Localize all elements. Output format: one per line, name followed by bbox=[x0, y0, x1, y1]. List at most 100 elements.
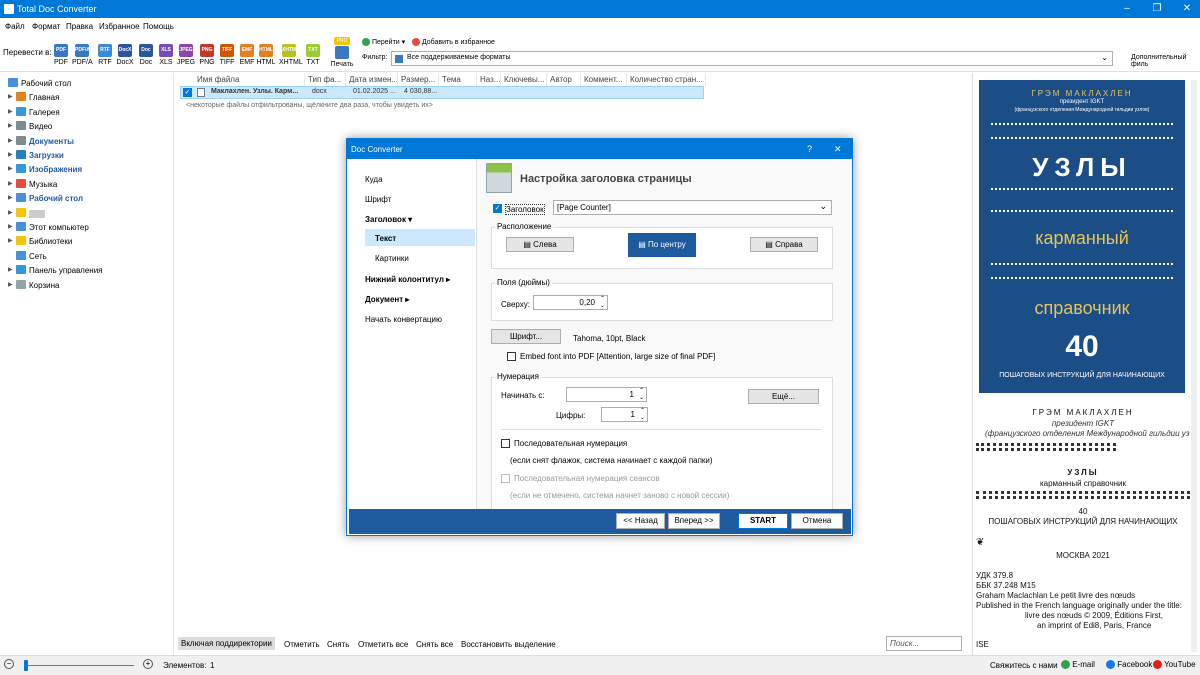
format-button-rtf[interactable]: RTF RTF bbox=[95, 44, 115, 70]
nav-font[interactable]: Шрифт bbox=[365, 195, 391, 204]
sequential-checkbox[interactable] bbox=[501, 439, 510, 448]
table-row[interactable]: ✓ Маклахлен. Узлы. Карм... docx 01.02.20… bbox=[180, 86, 704, 99]
expand-arrow-icon[interactable]: ▶ bbox=[8, 237, 13, 244]
column-header[interactable]: Наз... bbox=[477, 73, 501, 86]
row-checkbox[interactable]: ✓ bbox=[183, 88, 192, 97]
minimize-button[interactable]: – bbox=[1110, 0, 1144, 18]
tree-item[interactable]: ▶ Корзина bbox=[0, 279, 174, 293]
format-button-xhtml[interactable]: XHTML XHTML bbox=[279, 44, 303, 70]
preview-scrollbar[interactable] bbox=[1191, 80, 1197, 652]
nav-document[interactable]: Документ ▸ bbox=[365, 295, 409, 304]
dialog-help-button[interactable]: ? bbox=[807, 144, 812, 154]
tree-item[interactable]: ▶ Библиотеки bbox=[0, 235, 174, 249]
align-left-button[interactable]: ▤ Слева bbox=[506, 237, 574, 252]
back-button[interactable]: << Назад bbox=[616, 513, 665, 529]
expand-arrow-icon[interactable]: ▶ bbox=[8, 108, 13, 115]
expand-arrow-icon[interactable]: ▶ bbox=[8, 194, 13, 201]
print-button[interactable]: PRO Печать bbox=[328, 37, 356, 71]
expand-arrow-icon[interactable]: ▶ bbox=[8, 137, 13, 144]
expand-arrow-icon[interactable]: ▶ bbox=[8, 122, 13, 129]
menu-favorites[interactable]: Избранное bbox=[99, 22, 140, 31]
font-button[interactable]: Шрифт... bbox=[491, 329, 561, 344]
expand-arrow-icon[interactable]: ▶ bbox=[8, 266, 13, 273]
menu-help[interactable]: Помощь bbox=[143, 22, 174, 31]
expand-arrow-icon[interactable]: ▶ bbox=[8, 93, 13, 100]
column-header[interactable]: Количество стран... bbox=[627, 73, 706, 86]
format-button-doc[interactable]: Doc Doc bbox=[136, 44, 156, 70]
column-header[interactable]: Тема bbox=[439, 73, 477, 86]
expand-arrow-icon[interactable]: ▶ bbox=[8, 180, 13, 187]
tree-item[interactable]: Сеть bbox=[0, 250, 174, 264]
add-favorite-button[interactable]: Добавить в избранное bbox=[412, 38, 495, 46]
restore-selection-button[interactable]: Восстановить выделение bbox=[461, 640, 556, 649]
format-button-pdf[interactable]: PDF PDF bbox=[51, 44, 71, 70]
expand-arrow-icon[interactable]: ▶ bbox=[8, 151, 13, 158]
format-button-emf[interactable]: EMF EMF bbox=[237, 44, 257, 70]
tree-item[interactable]: ▶ Музыка bbox=[0, 178, 174, 192]
format-button-xls[interactable]: XLS XLS bbox=[156, 44, 176, 70]
nav-text[interactable]: Текст bbox=[375, 234, 396, 243]
zoom-slider[interactable] bbox=[24, 665, 134, 666]
more-button[interactable]: Ещё... bbox=[748, 389, 819, 404]
mark-button[interactable]: Отметить bbox=[284, 640, 320, 649]
nav-header[interactable]: Заголовок ▾ bbox=[365, 215, 412, 224]
nav-images[interactable]: Картинки bbox=[375, 254, 409, 263]
tree-item[interactable]: ▶ Загрузки bbox=[0, 149, 174, 163]
header-value-select[interactable]: [Page Counter] ⌄ bbox=[553, 200, 832, 215]
tree-item[interactable]: ▶ Изображения bbox=[0, 163, 174, 177]
nav-destination[interactable]: Куда bbox=[365, 175, 383, 184]
tree-item[interactable]: ▶ Рабочий стол bbox=[0, 192, 174, 206]
header-checkbox[interactable]: ✓ bbox=[493, 204, 502, 213]
column-header[interactable]: Автор bbox=[547, 73, 581, 86]
column-header[interactable]: Тип фа... bbox=[305, 73, 346, 86]
format-button-png[interactable]: PNG PNG bbox=[197, 44, 217, 70]
dialog-close-button[interactable]: ✕ bbox=[834, 144, 842, 155]
embed-font-checkbox[interactable] bbox=[507, 352, 516, 361]
expand-arrow-icon[interactable]: ▶ bbox=[8, 281, 13, 288]
tree-item[interactable]: ▶ Документы bbox=[0, 135, 174, 149]
tree-item[interactable]: ▶ Главная bbox=[0, 91, 174, 105]
filter-select[interactable]: Все поддерживаемые форматы ⌄ bbox=[391, 51, 1113, 66]
format-button-tiff[interactable]: TIFF TIFF bbox=[217, 44, 237, 70]
unmark-all-button[interactable]: Снять все bbox=[416, 640, 453, 649]
format-button-pdf-a[interactable]: PDF/A PDF/A bbox=[72, 44, 93, 70]
tree-item[interactable]: ▶ Галерея bbox=[0, 106, 174, 120]
next-button[interactable]: Вперед >> bbox=[668, 513, 720, 529]
close-button[interactable]: ✕ bbox=[1170, 0, 1200, 18]
nav-start-conversion[interactable]: Начать конвертацию bbox=[365, 315, 442, 324]
search-input[interactable]: Поиск... bbox=[886, 636, 962, 651]
menu-edit[interactable]: Правка bbox=[66, 22, 93, 31]
tree-item[interactable]: ▶ Панель управления bbox=[0, 264, 174, 278]
maximize-button[interactable]: ❐ bbox=[1140, 0, 1174, 18]
digits-stepper[interactable]: 1 bbox=[601, 407, 648, 422]
tree-item[interactable]: ▶ Этот компьютер bbox=[0, 221, 174, 235]
goto-button[interactable]: Перейти ▾ bbox=[362, 38, 405, 47]
expand-arrow-icon[interactable]: ▶ bbox=[8, 223, 13, 230]
filtered-note[interactable]: <некоторые файлы отфильтрованы, щёлкните… bbox=[186, 102, 433, 109]
zoom-slider-thumb[interactable] bbox=[24, 660, 28, 671]
column-header[interactable]: Ключевы... bbox=[501, 73, 547, 86]
start-number-stepper[interactable]: 1 bbox=[566, 387, 647, 402]
zoom-out-icon[interactable]: − bbox=[4, 659, 14, 669]
nav-footer[interactable]: Нижний колонтитул ▸ bbox=[365, 275, 450, 284]
include-subdirs-button[interactable]: Включая поддиректории bbox=[178, 637, 275, 650]
menu-file[interactable]: Файл bbox=[5, 22, 25, 31]
column-header[interactable]: Имя файла bbox=[194, 73, 305, 86]
format-button-jpeg[interactable]: JPEG JPEG bbox=[176, 44, 196, 70]
align-right-button[interactable]: ▤ Справа bbox=[750, 237, 818, 252]
tree-item[interactable]: ▶ bbox=[0, 207, 174, 221]
column-header[interactable]: Размер... bbox=[398, 73, 439, 86]
expand-arrow-icon[interactable]: ▶ bbox=[8, 209, 13, 216]
align-center-button[interactable]: ▤ По центру bbox=[628, 233, 696, 257]
top-margin-stepper[interactable]: 0,20 bbox=[533, 295, 608, 310]
tree-item[interactable]: Рабочий стол bbox=[0, 77, 166, 91]
format-button-txt[interactable]: TXT TXT bbox=[303, 44, 323, 70]
column-header[interactable]: Коммент... bbox=[581, 73, 627, 86]
menu-format[interactable]: Формат bbox=[32, 22, 60, 31]
youtube-link[interactable]: YouTube bbox=[1153, 660, 1196, 670]
facebook-link[interactable]: Facebook bbox=[1106, 660, 1152, 670]
unmark-button[interactable]: Снять bbox=[327, 640, 349, 649]
email-link[interactable]: E-mail bbox=[1061, 660, 1095, 670]
expand-arrow-icon[interactable]: ▶ bbox=[8, 165, 13, 172]
start-button[interactable]: START bbox=[738, 513, 788, 529]
